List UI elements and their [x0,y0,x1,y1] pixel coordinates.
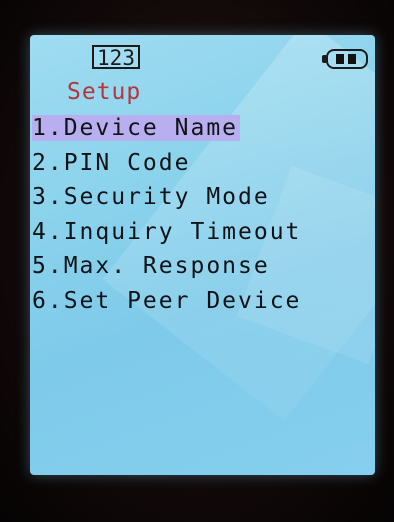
menu-item-security-mode[interactable]: 3.Security Mode [32,181,305,216]
battery-icon [322,49,368,69]
menu-item-inquiry-timeout[interactable]: 4.Inquiry Timeout [32,216,305,251]
lcd-screen: 123 Setup 1.Device Name 2.PIN Code 3.Sec… [30,35,375,475]
menu-item-label: 4.Inquiry Timeout [32,218,302,245]
status-counter: 123 [92,45,140,69]
menu-item-label: 2.PIN Code [32,149,191,176]
setup-menu: 1.Device Name 2.PIN Code 3.Security Mode… [32,112,305,319]
screen-title: Setup [67,79,142,105]
menu-item-label: 5.Max. Response [32,253,270,279]
battery-cell [336,54,344,64]
menu-item-label: 3.Security Mode [32,184,270,210]
battery-cell [348,54,356,64]
menu-item-pin-code[interactable]: 2.PIN Code [32,147,305,182]
menu-item-max-response[interactable]: 5.Max. Response [32,250,305,285]
menu-item-label: 6.Set Peer Device [32,287,302,314]
menu-item-label: 1.Device Name [32,115,241,141]
menu-item-device-name[interactable]: 1.Device Name [32,112,305,147]
device-frame: 123 Setup 1.Device Name 2.PIN Code 3.Sec… [0,0,394,522]
menu-item-set-peer-device[interactable]: 6.Set Peer Device [32,285,305,320]
